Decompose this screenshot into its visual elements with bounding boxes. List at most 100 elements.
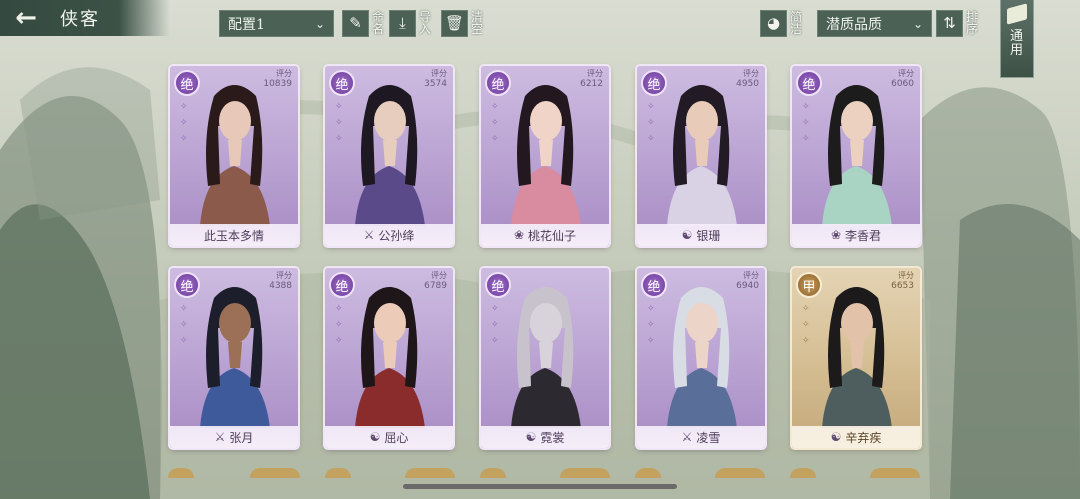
skill-slots: ✧ ✧ ✧ [335, 102, 343, 144]
grade-badge: 绝 [329, 70, 355, 96]
hero-card[interactable]: 绝 评分 10839 ✧ ✧ ✧ 此玉本多情 [170, 66, 298, 246]
score-block: 评分 10839 [263, 69, 292, 89]
hero-card[interactable]: 绝 评分 6940 ✧ ✧ ✧ ⚔ 凌雪 [637, 268, 765, 448]
score-label: 评分 [431, 271, 447, 280]
hero-name: 李香君 [845, 228, 882, 243]
top-bar: ← 侠客 配置1 ⌄ ✎ 命名 ⤓ 导入 🗑 清空 ◕ 简洁 潜质品质 ⌄ ⇅ … [0, 0, 1080, 78]
score-block: 评分 4388 [269, 271, 292, 291]
hero-card[interactable]: 绝 评分 4388 ✧ ✧ ✧ ⚔ 张月 [170, 268, 298, 448]
import-button[interactable]: ⤓ 导入 [389, 8, 433, 38]
hero-card[interactable]: 绝 评分 6212 ✧ ✧ ✧ ❀ 桃花仙子 [481, 66, 609, 246]
clear-label: 清空 [471, 10, 484, 36]
taiji-icon: ☯ [525, 430, 537, 444]
sort-select-value: 潜质品质 [826, 16, 882, 33]
skill-slots: ✧ ✧ ✧ [180, 102, 188, 144]
skill-slots: ✧ ✧ ✧ [802, 102, 810, 144]
hero-card[interactable]: 绝 评分 4950 ✧ ✧ ✧ ☯ 银珊 [637, 66, 765, 246]
hero-name: 辛弃疾 [845, 430, 882, 445]
skill-slots: ✧ ✧ ✧ [802, 304, 810, 346]
score-label: 评分 [276, 271, 292, 280]
sort-select[interactable]: 潜质品质 ⌄ [817, 10, 932, 37]
hero-card[interactable]: 绝 评分 6060 ✧ ✧ ✧ ❀ 李香君 [792, 66, 920, 246]
score-value: 6212 [580, 79, 603, 89]
hero-card[interactable]: 甲 评分 6653 ✧ ✧ ✧ ☯ 辛弃疾 [792, 268, 920, 448]
hero-card[interactable]: 绝 评分 6789 ✧ ✧ ✧ ☯ 屈心 [325, 268, 453, 448]
hero-name: 桃花仙子 [528, 228, 577, 243]
score-label: 评分 [587, 69, 603, 78]
hero-name-bar: ☯ 屈心 [325, 426, 453, 448]
score-value: 4950 [736, 79, 759, 89]
grade-badge: 甲 [796, 272, 822, 298]
book-icon [1007, 3, 1027, 25]
score-label: 评分 [431, 69, 447, 78]
hero-name-bar: ⚔ 公孙绛 [325, 224, 453, 246]
hero-name-bar: ☯ 银珊 [637, 224, 765, 246]
hero-name: 霓裳 [540, 430, 565, 445]
sword-icon: ⚔ [681, 430, 693, 444]
general-label: 通用 [1010, 29, 1024, 58]
score-label: 评分 [276, 69, 292, 78]
score-block: 评分 3574 [424, 69, 447, 89]
brush-icon: ✎ [342, 9, 369, 37]
hero-name: 此玉本多情 [203, 228, 264, 243]
hero-name-bar: ☯ 霓裳 [481, 426, 609, 448]
sort-label: 排序 [966, 10, 979, 36]
score-block: 评分 6212 [580, 69, 603, 89]
hero-name-bar: ❀ 李香君 [792, 224, 920, 246]
taiji-icon: ☯ [369, 430, 381, 444]
trash-icon: 🗑 [441, 9, 468, 37]
chevron-down-icon: ⌄ [314, 16, 325, 31]
eye-off-icon: ◕ [760, 9, 787, 37]
page-title: 侠客 [60, 9, 100, 30]
skill-slots: ✧ ✧ ✧ [491, 304, 499, 346]
score-value: 3574 [424, 79, 447, 89]
skill-slots: ✧ ✧ ✧ [180, 304, 188, 346]
score-value: 6653 [891, 281, 914, 291]
preset-select-value: 配置1 [228, 16, 265, 33]
grade-badge: 绝 [641, 70, 667, 96]
simple-label: 简洁 [790, 10, 803, 36]
download-icon: ⤓ [389, 9, 416, 37]
score-block: 评分 6060 [891, 69, 914, 89]
score-value: 4388 [269, 281, 292, 291]
simple-view-button[interactable]: ◕ 简洁 [760, 8, 804, 38]
sort-button[interactable]: ⇅ 排序 [936, 8, 980, 38]
score-value: 6060 [891, 79, 914, 89]
general-tab[interactable]: 通用 [1000, 0, 1034, 78]
sword-icon: ⚔ [363, 228, 375, 242]
next-row-peek [0, 468, 1080, 478]
score-block: 评分 6940 [736, 271, 759, 291]
hero-name: 张月 [229, 430, 254, 445]
score-label: 评分 [743, 271, 759, 280]
hero-name-bar: ☯ 辛弃疾 [792, 426, 920, 448]
hero-name: 屈心 [384, 430, 409, 445]
score-label: 评分 [898, 69, 914, 78]
sort-icon: ⇅ [936, 9, 963, 37]
skill-slots: ✧ ✧ ✧ [647, 102, 655, 144]
hero-name-bar: ❀ 桃花仙子 [481, 224, 609, 246]
sword-icon: ⚔ [214, 430, 226, 444]
grade-badge: 绝 [485, 70, 511, 96]
score-block: 评分 6789 [424, 271, 447, 291]
hero-name-bar: 此玉本多情 [170, 224, 298, 246]
hero-card[interactable]: 绝 评分 3574 ✧ ✧ ✧ ⚔ 公孙绛 [325, 66, 453, 246]
lotus-icon: ❀ [830, 228, 842, 242]
score-label: 评分 [898, 271, 914, 280]
preset-select[interactable]: 配置1 ⌄ [219, 10, 334, 37]
rename-button[interactable]: ✎ 命名 [342, 8, 386, 38]
hero-name: 公孙绛 [378, 228, 415, 243]
rename-label: 命名 [372, 10, 385, 36]
home-indicator[interactable] [403, 484, 677, 489]
score-value: 6789 [424, 281, 447, 291]
hero-card[interactable]: 绝 ✧ ✧ ✧ ☯ 霓裳 [481, 268, 609, 448]
grade-badge: 绝 [174, 272, 200, 298]
grade-badge: 绝 [174, 70, 200, 96]
score-value: 6940 [736, 281, 759, 291]
lotus-icon: ❀ [513, 228, 525, 242]
skill-slots: ✧ ✧ ✧ [491, 102, 499, 144]
clear-button[interactable]: 🗑 清空 [441, 8, 485, 38]
back-arrow-icon[interactable]: ← [4, 3, 48, 33]
skill-slots: ✧ ✧ ✧ [335, 304, 343, 346]
hero-name-bar: ⚔ 张月 [170, 426, 298, 448]
hero-name: 银珊 [696, 228, 721, 243]
